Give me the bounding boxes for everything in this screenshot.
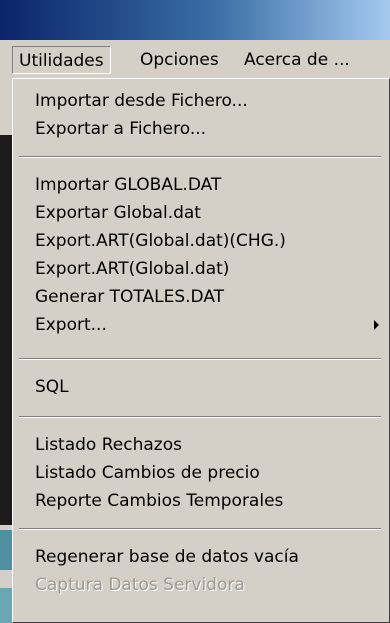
menu-separator [19,416,381,418]
menu-separator [19,358,381,360]
menu-item-importar-global-dat[interactable]: Importar GLOBAL.DAT [35,171,221,199]
menu-bar: Utilidades Opciones Acerca de ... [12,40,390,78]
menu-item-captura-datos-servidora: Captura Datos Servidora [35,575,245,595]
menu-item-export-art-chg[interactable]: Export.ART(Global.dat)(CHG.) [35,227,286,255]
window-title-bar [0,0,390,40]
menu-separator [19,528,381,530]
utilidades-dropdown-menu: Importar desde Fichero... Exportar a Fic… [12,78,390,623]
menu-item-generar-totales-dat[interactable]: Generar TOTALES.DAT [35,283,224,311]
menu-item-export-submenu[interactable]: Export... [35,311,107,339]
menu-item-listado-rechazos[interactable]: Listado Rechazos [35,431,182,459]
menu-item-reporte-cambios-temporales[interactable]: Reporte Cambios Temporales [35,487,283,515]
background-window-strip [0,40,12,623]
menu-item-exportar-a-fichero[interactable]: Exportar a Fichero... [35,115,206,143]
menu-item-importar-desde-fichero[interactable]: Importar desde Fichero... [35,87,248,115]
menu-separator [19,156,381,158]
background-dark-area [0,135,12,525]
right-triangle-icon [374,320,379,330]
menu-opciones[interactable]: Opciones [134,46,225,74]
background-teal-area [0,530,12,570]
menu-item-sql[interactable]: SQL [35,373,69,401]
background-teal-area-2 [0,588,12,623]
menu-acerca-de[interactable]: Acerca de ... [238,46,356,74]
menu-item-exportar-global-dat[interactable]: Exportar Global.dat [35,199,201,227]
menu-item-regenerar-base-de-datos[interactable]: Regenerar base de datos vacía [35,543,299,571]
menu-item-listado-cambios-de-precio[interactable]: Listado Cambios de precio [35,459,260,487]
menu-item-export-art[interactable]: Export.ART(Global.dat) [35,255,229,283]
menu-utilidades[interactable]: Utilidades [12,46,111,74]
